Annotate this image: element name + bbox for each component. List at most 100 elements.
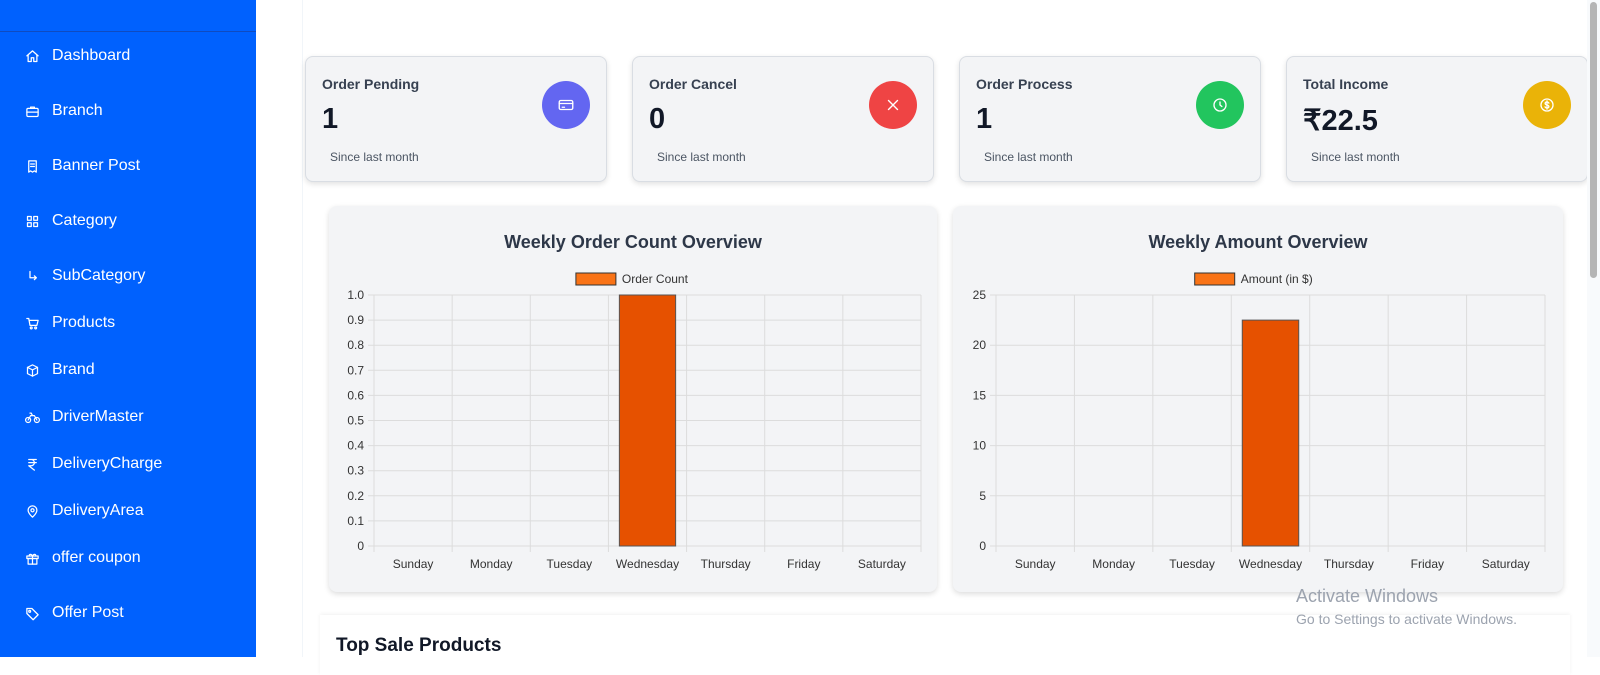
stat-title: Order Cancel bbox=[649, 76, 737, 92]
legend-label: Amount (in $) bbox=[1241, 272, 1313, 286]
receipt-icon bbox=[24, 158, 40, 174]
sidebar-item-offer-post[interactable]: Offer Post bbox=[24, 604, 124, 622]
tag-icon bbox=[24, 605, 40, 621]
sidebar: Dashboard Branch Banner Post Category Su… bbox=[0, 0, 256, 657]
corner-arrow-icon bbox=[24, 268, 40, 284]
x-tick-label: Friday bbox=[787, 557, 820, 571]
dollar-icon bbox=[1523, 81, 1571, 129]
stat-card-order-process: Order Process 1 Since last month bbox=[959, 56, 1261, 182]
x-tick-label: Saturday bbox=[1482, 557, 1530, 571]
legend-label: Order Count bbox=[622, 272, 689, 286]
stat-title: Order Process bbox=[976, 76, 1073, 92]
home-icon bbox=[24, 48, 40, 64]
sidebar-item-banner-post[interactable]: Banner Post bbox=[24, 157, 140, 175]
sidebar-item-drivermaster[interactable]: DriverMaster bbox=[24, 408, 144, 426]
bike-icon bbox=[24, 409, 40, 425]
x-tick-label: Sunday bbox=[1015, 557, 1056, 571]
scrollbar-thumb[interactable] bbox=[1590, 2, 1597, 278]
stat-card-order-cancel: Order Cancel 0 Since last month bbox=[632, 56, 934, 182]
page-scrollbar[interactable] bbox=[1587, 0, 1600, 657]
chart-title: Weekly Amount Overview bbox=[1148, 232, 1368, 252]
y-tick-label: 10 bbox=[973, 439, 987, 453]
y-tick-label: 5 bbox=[979, 489, 986, 503]
stat-title: Order Pending bbox=[322, 76, 420, 92]
sidebar-item-label: Brand bbox=[52, 361, 95, 378]
gift-icon bbox=[24, 550, 40, 566]
section-title: Top Sale Products bbox=[336, 635, 502, 656]
sidebar-item-label: Offer Post bbox=[52, 604, 124, 621]
x-tick-label: Monday bbox=[1092, 557, 1135, 571]
sidebar-item-subcategory[interactable]: SubCategory bbox=[24, 267, 145, 285]
bar bbox=[1241, 319, 1300, 547]
sidebar-item-label: DeliveryArea bbox=[52, 502, 144, 519]
y-tick-label: 0.1 bbox=[347, 514, 364, 528]
y-tick-label: 0.3 bbox=[347, 464, 364, 478]
sidebar-item-branch[interactable]: Branch bbox=[24, 102, 103, 120]
sidebar-item-label: Category bbox=[52, 212, 117, 229]
y-tick-label: 0.2 bbox=[347, 489, 364, 503]
sidebar-item-label: Branch bbox=[52, 102, 103, 119]
bar bbox=[618, 294, 677, 547]
sidebar-item-label: SubCategory bbox=[52, 267, 146, 284]
chart-title: Weekly Order Count Overview bbox=[504, 232, 763, 252]
chart-weekly-amount: Weekly Amount Overview Amount (in $) 0 5 10 1… bbox=[953, 206, 1563, 592]
sidebar-item-brand[interactable]: Brand bbox=[24, 361, 95, 379]
y-tick-label: 0.7 bbox=[347, 363, 364, 377]
stat-value: ₹22.5 bbox=[1303, 105, 1378, 137]
sidebar-divider bbox=[0, 31, 256, 32]
watermark-line-1: Activate Windows bbox=[1296, 586, 1439, 606]
x-tick-label: Sunday bbox=[393, 557, 434, 571]
sidebar-item-label: DeliveryCharge bbox=[52, 455, 163, 472]
y-tick-label: 15 bbox=[973, 388, 987, 402]
y-tick-label: 0 bbox=[979, 539, 986, 553]
x-tick-label: Saturday bbox=[858, 557, 906, 571]
close-icon bbox=[869, 81, 917, 129]
sidebar-item-products[interactable]: Products bbox=[24, 314, 115, 332]
stat-subtext: Since last month bbox=[657, 150, 746, 164]
sidebar-item-deliveryarea[interactable]: DeliveryArea bbox=[24, 502, 144, 520]
stat-subtext: Since last month bbox=[330, 150, 419, 164]
map-pin-icon bbox=[24, 503, 40, 519]
y-tick-label: 1.0 bbox=[347, 288, 364, 302]
y-tick-label: 20 bbox=[973, 338, 987, 352]
sidebar-item-label: DriverMaster bbox=[52, 408, 144, 425]
sidebar-item-deliverycharge[interactable]: DeliveryCharge bbox=[24, 455, 162, 473]
rupee-icon bbox=[24, 456, 40, 472]
sidebar-item-category[interactable]: Category bbox=[24, 212, 117, 230]
cart-icon bbox=[24, 315, 40, 331]
y-tick-label: 0.6 bbox=[347, 388, 364, 402]
stat-value: 0 bbox=[649, 103, 666, 135]
sidebar-item-offer-coupon[interactable]: offer coupon bbox=[24, 549, 141, 567]
y-tick-label: 0 bbox=[357, 539, 364, 553]
briefcase-icon bbox=[24, 103, 40, 119]
sidebar-item-label: Dashboard bbox=[52, 47, 131, 64]
stat-value: 1 bbox=[976, 103, 993, 135]
stat-subtext: Since last month bbox=[1311, 150, 1400, 164]
sidebar-item-dashboard[interactable]: Dashboard bbox=[24, 47, 130, 65]
y-tick-label: 0.8 bbox=[347, 338, 364, 352]
y-tick-label: 0.5 bbox=[347, 414, 364, 428]
y-tick-label: 25 bbox=[973, 288, 987, 302]
watermark-line-2: Go to Settings to activate Windows. bbox=[1296, 611, 1517, 627]
grid-icon bbox=[24, 213, 40, 229]
box-icon bbox=[24, 362, 40, 378]
y-tick-label: 0.9 bbox=[347, 313, 364, 327]
clock-icon bbox=[1196, 81, 1244, 129]
stat-subtext: Since last month bbox=[984, 150, 1073, 164]
content-divider bbox=[302, 0, 303, 657]
x-tick-label: Monday bbox=[470, 557, 513, 571]
stat-card-total-income: Total Income ₹22.5 Since last month bbox=[1286, 56, 1588, 182]
y-tick-label: 0.4 bbox=[347, 439, 364, 453]
stat-card-order-pending: Order Pending 1 Since last month bbox=[305, 56, 607, 182]
legend-swatch bbox=[1194, 272, 1236, 286]
stat-value: 1 bbox=[322, 103, 339, 135]
x-tick-label: Tuesday bbox=[547, 557, 593, 571]
x-tick-label: Thursday bbox=[701, 557, 751, 571]
chart-svg: Weekly Order Count Overview Order Count 0 0… bbox=[347, 232, 922, 571]
chart-weekly-order-count: Weekly Order Count Overview Order Count 0 0… bbox=[329, 206, 937, 592]
stat-title: Total Income bbox=[1303, 76, 1389, 92]
sidebar-item-label: Banner Post bbox=[52, 157, 141, 174]
x-tick-label: Wednesday bbox=[616, 557, 679, 571]
windows-activation-watermark: Activate Windows Go to Settings to activ… bbox=[1296, 586, 1517, 627]
x-tick-label: Friday bbox=[1411, 557, 1444, 571]
